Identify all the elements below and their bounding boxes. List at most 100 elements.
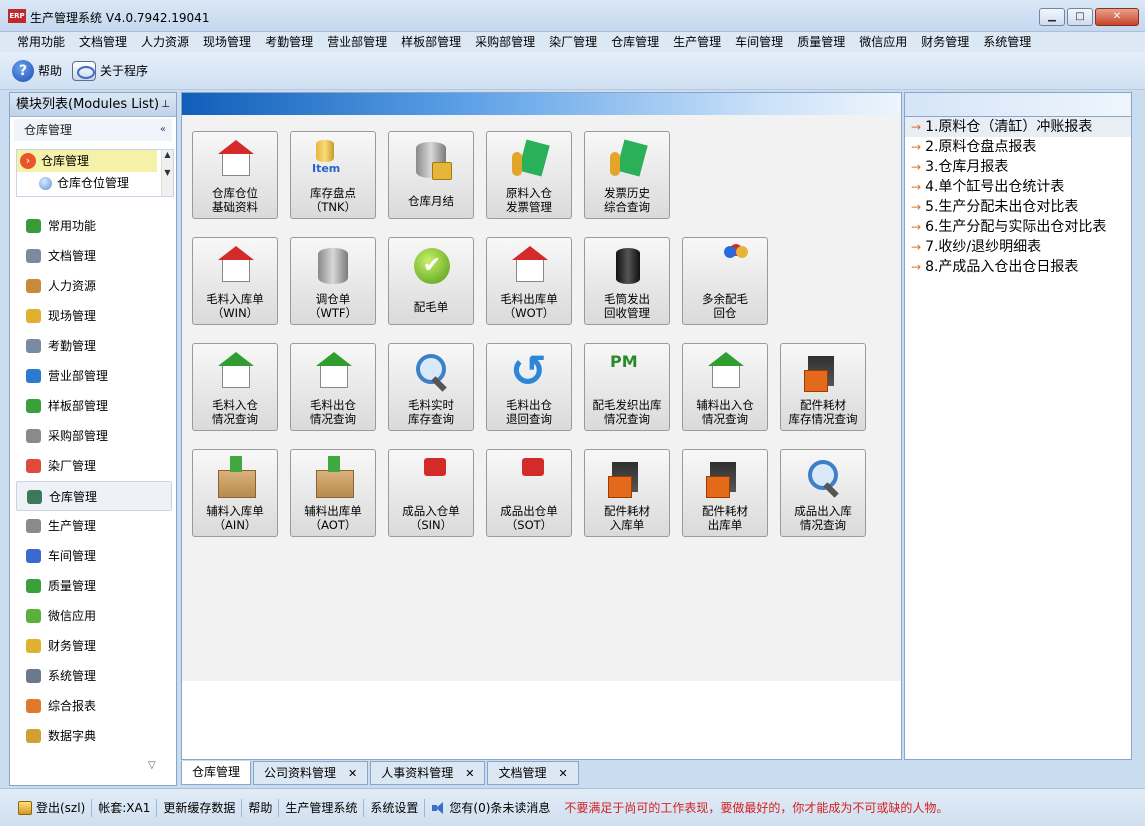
module-tile[interactable]: 配毛发织出库情况查询 bbox=[584, 343, 670, 431]
module-tile[interactable]: 调仓单 （WTF） bbox=[290, 237, 376, 325]
module-tile[interactable]: 成品出仓单 （SOT） bbox=[486, 449, 572, 537]
close-tab-icon[interactable]: ✕ bbox=[559, 767, 568, 780]
menu-item[interactable]: 样板部管理 bbox=[394, 32, 468, 52]
report-link[interactable]: → 1.原料仓（清缸）冲账报表 bbox=[905, 117, 1131, 137]
module-tile[interactable]: 毛筒发出 回收管理 bbox=[584, 237, 670, 325]
tree-item-warehouse[interactable]: › 仓库管理 bbox=[17, 150, 157, 172]
module-item[interactable]: 样板部管理 bbox=[16, 391, 172, 421]
pin-icon[interactable]: ⊥ bbox=[161, 93, 170, 117]
tree-item-warehouse-location[interactable]: 仓库仓位管理 bbox=[17, 172, 173, 194]
document-tab[interactable]: 人事资料管理 ✕ bbox=[370, 761, 486, 785]
module-tile[interactable]: 毛料出库单 （WOT） bbox=[486, 237, 572, 325]
menu-item[interactable]: 考勤管理 bbox=[258, 32, 320, 52]
menu-item[interactable]: 微信应用 bbox=[852, 32, 914, 52]
report-link[interactable]: → 6.生产分配与实际出仓对比表 bbox=[905, 217, 1131, 237]
tile-label-line1: 成品出入库 bbox=[794, 504, 852, 518]
module-item[interactable]: 数据字典 bbox=[16, 721, 172, 751]
module-item[interactable]: 车间管理 bbox=[16, 541, 172, 571]
module-tile[interactable]: 辅料出入仓 情况查询 bbox=[682, 343, 768, 431]
menu-item[interactable]: 采购部管理 bbox=[468, 32, 542, 52]
menu-item[interactable]: 仓库管理 bbox=[604, 32, 666, 52]
module-tile[interactable]: 配件耗材 入库单 bbox=[584, 449, 670, 537]
module-tile[interactable]: 仓库月结 bbox=[388, 131, 474, 219]
module-tile[interactable]: 辅料出库单 （AOT） bbox=[290, 449, 376, 537]
menu-item[interactable]: 文档管理 bbox=[72, 32, 134, 52]
module-item[interactable]: 财务管理 bbox=[16, 631, 172, 661]
menu-item[interactable]: 系统管理 bbox=[976, 32, 1038, 52]
module-item[interactable]: 染厂管理 bbox=[16, 451, 172, 481]
module-icon bbox=[26, 399, 41, 413]
report-link[interactable]: → 3.仓库月报表 bbox=[905, 157, 1131, 177]
module-tile[interactable]: 原料入仓 发票管理 bbox=[486, 131, 572, 219]
module-item[interactable]: 考勤管理 bbox=[16, 331, 172, 361]
module-item[interactable]: 综合报表 bbox=[16, 691, 172, 721]
logout-button[interactable]: 登出(szl) bbox=[12, 798, 93, 817]
refresh-cache-button[interactable]: 更新缓存数据 bbox=[157, 798, 243, 817]
menu-item[interactable]: 质量管理 bbox=[790, 32, 852, 52]
module-list-panel: 模块列表(Modules List) ⊥ 仓库管理 « › 仓库管理 仓库仓位管… bbox=[9, 92, 177, 786]
report-link[interactable]: → 8.产成品入仓出仓日报表 bbox=[905, 257, 1131, 277]
module-tile[interactable]: 毛料出仓退回查询 bbox=[486, 343, 572, 431]
module-tile[interactable]: 毛料实时 库存查询 bbox=[388, 343, 474, 431]
messages-button[interactable]: 您有(0)条未读消息 bbox=[425, 799, 556, 817]
system-button[interactable]: 生产管理系统 bbox=[279, 798, 365, 817]
module-item[interactable]: 生产管理 bbox=[16, 511, 172, 541]
document-tab[interactable]: 仓库管理 bbox=[181, 761, 252, 785]
scroll-down-icon[interactable]: ▽ bbox=[148, 760, 156, 771]
module-nav: 常用功能 文档管理 人力资源 现场管理 考勤管理 营业部管理 样板部管理 采购部管理 染厂管理仓… bbox=[16, 211, 172, 751]
module-tile[interactable]: 毛料入库单 （WIN） bbox=[192, 237, 278, 325]
document-tab[interactable]: 文档管理 ✕ bbox=[487, 761, 579, 785]
arrow-icon: → bbox=[911, 180, 922, 194]
module-item[interactable]: 常用功能 bbox=[16, 211, 172, 241]
menu-item[interactable]: 财务管理 bbox=[914, 32, 976, 52]
maximize-button[interactable]: □ bbox=[1067, 8, 1093, 26]
close-tab-icon[interactable]: ✕ bbox=[348, 767, 357, 780]
section-header[interactable]: 仓库管理 « bbox=[14, 119, 172, 141]
menu-item[interactable]: 生产管理 bbox=[666, 32, 728, 52]
menu-item[interactable]: 现场管理 bbox=[196, 32, 258, 52]
module-item[interactable]: 仓库管理 bbox=[16, 481, 172, 511]
module-item[interactable]: 质量管理 bbox=[16, 571, 172, 601]
module-item[interactable]: 人力资源 bbox=[16, 271, 172, 301]
tree-scrollbar[interactable]: ▲ ▼ bbox=[161, 150, 173, 196]
settings-button[interactable]: 系统设置 bbox=[364, 798, 426, 817]
module-tile[interactable]: 配件耗材 库存情况查询 bbox=[780, 343, 866, 431]
module-tile[interactable]: 仓库仓位 基础资料 bbox=[192, 131, 278, 219]
menu-item[interactable]: 常用功能 bbox=[10, 32, 72, 52]
module-tile[interactable]: 发票历史 综合查询 bbox=[584, 131, 670, 219]
module-item[interactable]: 系统管理 bbox=[16, 661, 172, 691]
menu-item[interactable]: 营业部管理 bbox=[320, 32, 394, 52]
report-link[interactable]: → 4.单个缸号出仓统计表 bbox=[905, 177, 1131, 197]
help-button[interactable]: ? 帮助 bbox=[12, 59, 62, 82]
tile-label: 多余配毛 回仓 bbox=[683, 292, 767, 320]
module-tile[interactable]: 配件耗材 出库单 bbox=[682, 449, 768, 537]
report-link[interactable]: → 7.收纱/退纱明细表 bbox=[905, 237, 1131, 257]
close-button[interactable]: ✕ bbox=[1095, 8, 1139, 26]
module-item[interactable]: 文档管理 bbox=[16, 241, 172, 271]
menu-item[interactable]: 人力资源 bbox=[134, 32, 196, 52]
menu-item[interactable]: 车间管理 bbox=[728, 32, 790, 52]
module-tile[interactable]: 成品入仓单 （SIN） bbox=[388, 449, 474, 537]
module-tile[interactable]: 毛料入仓 情况查询 bbox=[192, 343, 278, 431]
module-item[interactable]: 现场管理 bbox=[16, 301, 172, 331]
module-tile[interactable]: 毛料出仓 情况查询 bbox=[290, 343, 376, 431]
tile-label-line1: 配件耗材 bbox=[800, 398, 846, 412]
close-tab-icon[interactable]: ✕ bbox=[465, 767, 474, 780]
module-tile[interactable]: 辅料入库单 （AIN） bbox=[192, 449, 278, 537]
module-item[interactable]: 营业部管理 bbox=[16, 361, 172, 391]
about-button[interactable]: 关于程序 bbox=[72, 60, 148, 81]
module-tile[interactable]: 多余配毛 回仓 bbox=[682, 237, 768, 325]
document-tab[interactable]: 公司资料管理 ✕ bbox=[253, 761, 369, 785]
report-link[interactable]: → 2.原料仓盘点报表 bbox=[905, 137, 1131, 157]
module-item[interactable]: 采购部管理 bbox=[16, 421, 172, 451]
report-link[interactable]: → 5.生产分配未出仓对比表 bbox=[905, 197, 1131, 217]
minimize-button[interactable]: ▁ bbox=[1039, 8, 1065, 26]
module-tile[interactable]: 库存盘点（TNK） bbox=[290, 131, 376, 219]
module-tile[interactable]: 成品出入库 情况查询 bbox=[780, 449, 866, 537]
tile-label-line2: （WOT） bbox=[503, 306, 555, 320]
module-tile[interactable]: 配毛单 bbox=[388, 237, 474, 325]
module-item[interactable]: 微信应用 bbox=[16, 601, 172, 631]
menu-item[interactable]: 染厂管理 bbox=[542, 32, 604, 52]
status-help-button[interactable]: 帮助 bbox=[242, 798, 280, 817]
collapse-icon[interactable]: « bbox=[160, 119, 166, 141]
